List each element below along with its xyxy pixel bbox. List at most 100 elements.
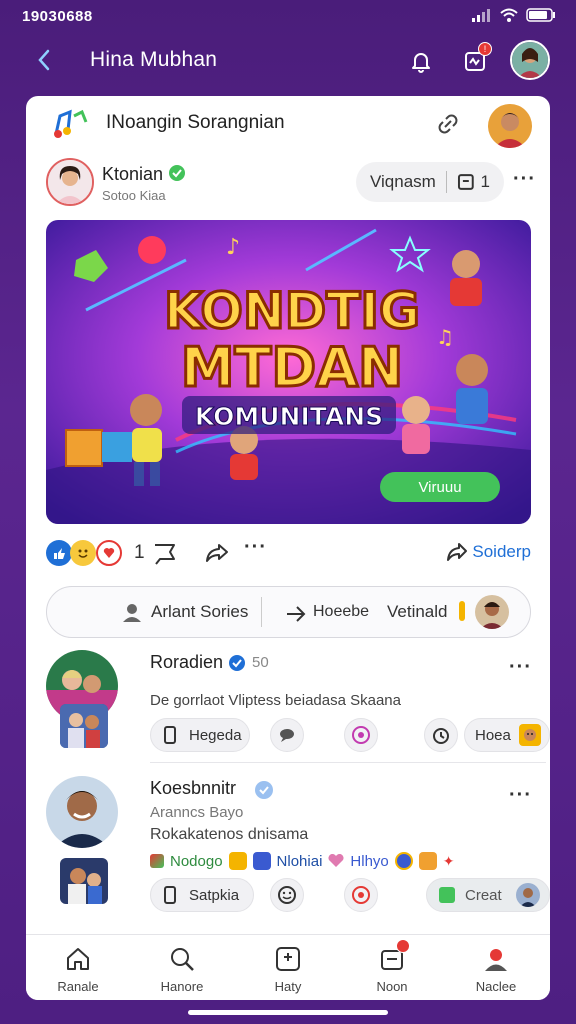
user-icon: [121, 602, 143, 627]
bell-icon: [412, 53, 430, 73]
comment-2-like-button[interactable]: [344, 878, 378, 912]
nav-notifications-label: Noon: [376, 979, 408, 994]
comment-1-like-button[interactable]: [344, 718, 378, 752]
heart-icon: [328, 854, 344, 867]
chevron-left-icon: [38, 49, 50, 71]
like-reaction-icon[interactable]: [46, 540, 72, 566]
tag-4-icon: [394, 852, 413, 870]
notification-badge: !: [478, 42, 492, 56]
comment-2-photo[interactable]: [60, 858, 108, 904]
comment-2-sub: Aranncs Bayo: [150, 804, 244, 821]
tag-1-icon: [150, 854, 164, 868]
status-bar: 19030688: [0, 0, 576, 36]
comment-2-more-button[interactable]: ···: [509, 784, 532, 807]
comment-2-react-button[interactable]: [270, 878, 304, 912]
follow-count: 1: [480, 172, 490, 191]
comment-2-chip-2-label: Creat: [465, 886, 502, 904]
comment-1-verified-icon: [228, 654, 246, 677]
comment-2-verified-icon: [254, 780, 274, 805]
comment-bar[interactable]: Arlant Sories Hoeebe Vetinald: [46, 586, 531, 638]
comment-1-chip-2[interactable]: Hoea: [464, 718, 550, 752]
link-button[interactable]: [436, 112, 460, 141]
nav-item-profile[interactable]: Naclee: [446, 941, 546, 997]
haha-reaction-icon[interactable]: [70, 540, 96, 566]
post-banner[interactable]: ♪ ♫ KONDTIG MTDAN KOMUNITANS Viruuu: [46, 220, 531, 524]
reply-arrow-icon: [285, 602, 307, 627]
link-icon: [438, 114, 458, 134]
comment-flag-icon: [155, 544, 175, 565]
comment-1-photo[interactable]: [60, 704, 108, 748]
verified-icon: [168, 164, 186, 187]
page-title: Hina Mubhan: [90, 48, 218, 71]
banner-cta-button[interactable]: Viruuu: [380, 472, 500, 502]
notification-button[interactable]: [406, 46, 436, 76]
speech-bubble-icon: [280, 729, 294, 742]
community-name: INoangin Sorangnian: [106, 112, 285, 133]
svg-text:♫: ♫: [436, 325, 454, 349]
nav-home-label: Ranale: [57, 979, 99, 994]
nav-item-notifications[interactable]: Noon: [342, 939, 442, 997]
user-avatar[interactable]: [510, 40, 550, 80]
comment-1-chip-1-label: Hegeda: [189, 726, 242, 744]
comment-1-timer-button[interactable]: [424, 718, 458, 752]
comment-2-avatar[interactable]: [46, 776, 118, 848]
reactions-more-button[interactable]: ···: [244, 536, 267, 559]
comment-bar-avatar[interactable]: [475, 595, 509, 629]
comment-1-divider: [150, 762, 546, 763]
comment-bar-item-2[interactable]: Hoeebe: [313, 603, 369, 621]
love-reaction-icon[interactable]: [96, 540, 122, 566]
comment-button[interactable]: [152, 542, 178, 571]
nav-profile-label: Naclee: [475, 979, 517, 994]
comment-2-tag-3[interactable]: Hlhyo: [350, 853, 388, 870]
hand-icon: [459, 601, 465, 621]
nav-item-create[interactable]: Haty: [238, 941, 338, 997]
comment-2-tag-1[interactable]: Nodogo: [170, 853, 223, 870]
inbox-icon: [376, 939, 410, 975]
comment-2-text: Rokakatenos dnisama: [150, 826, 309, 843]
share-arrow-icon: [206, 544, 228, 562]
nav-notification-badge: [396, 939, 410, 953]
comment-2-chip-2[interactable]: Creat: [426, 878, 550, 912]
comment-1-more-button[interactable]: ···: [509, 656, 532, 679]
comment-2-chip-1-label: Satpkia: [189, 886, 240, 904]
comment-2-chip-avatar: [515, 883, 540, 907]
back-button[interactable]: [30, 46, 58, 74]
nav-search-label: Hanore: [160, 979, 204, 994]
comment-2-name[interactable]: Koesbnnitr: [150, 778, 236, 799]
comment-item-2: Koesbnnitr ··· Aranncs Bayo Rokakatenos …: [46, 776, 550, 924]
home-indicator[interactable]: [188, 1010, 388, 1015]
status-time: 19030688: [22, 8, 93, 25]
comment-2-tag-2[interactable]: Nlohiai: [277, 853, 323, 870]
comment-1-reply-button[interactable]: [270, 718, 304, 752]
post-more-button[interactable]: ···: [513, 168, 536, 191]
share-button[interactable]: Soiderp: [446, 542, 531, 562]
tag-5-icon: [418, 852, 437, 870]
create-icon: [272, 943, 304, 975]
heart-circle-icon: [352, 726, 370, 744]
community-logo: [52, 108, 92, 147]
svg-text:♪: ♪: [226, 235, 240, 260]
follow-label: Viqnasm: [370, 172, 436, 191]
comment-item-1: Roradien 50 ··· De gorrlaot Vliptess bei…: [46, 650, 550, 764]
community-avatar[interactable]: [488, 104, 532, 148]
comment-1-chip-1[interactable]: Hegeda: [150, 718, 250, 752]
banner-title-line3: KOMUNITANS: [195, 402, 383, 431]
comment-bar-item-1[interactable]: Arlant Sories: [151, 602, 248, 622]
nav-item-search[interactable]: Hanore: [132, 941, 232, 997]
comment-1-name[interactable]: Roradien: [150, 652, 223, 673]
nav-create-label: Haty: [274, 979, 302, 994]
tag-3-icon: [252, 852, 271, 870]
profile-icon: [480, 943, 512, 975]
nav-item-home[interactable]: Ranale: [28, 941, 128, 997]
comment-bar-item-3[interactable]: Vetinald: [387, 602, 448, 622]
comment-2-chip-1[interactable]: Satpkia: [150, 878, 254, 912]
comment-1-text: De gorrlaot Vliptess beiadasa Skaana: [150, 692, 401, 709]
follow-button[interactable]: Viqnasm 1: [356, 162, 504, 202]
share-arrow-button[interactable]: [204, 542, 230, 569]
community-card: INoangin Sorangnian Ktonian Sotoo Kiaa V…: [26, 96, 550, 1000]
tag-2-icon: [228, 852, 247, 870]
author-avatar[interactable]: [46, 158, 94, 206]
battery-icon: [526, 8, 555, 22]
author-name[interactable]: Ktonian: [102, 164, 163, 185]
activity-button[interactable]: !: [460, 42, 492, 76]
